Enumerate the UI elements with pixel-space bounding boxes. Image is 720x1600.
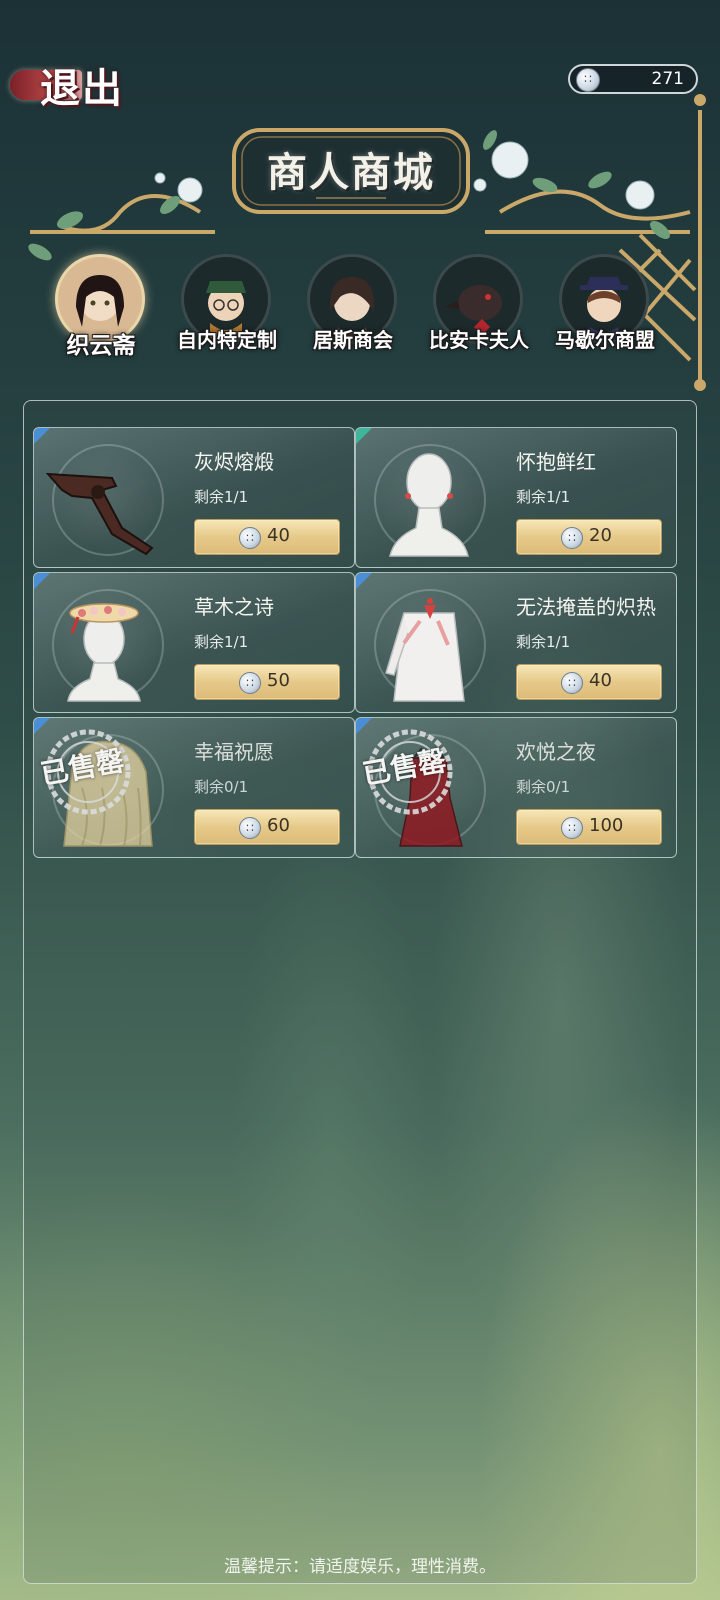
item-remaining: 剩余1/1: [516, 488, 571, 506]
price-value: 40: [589, 670, 612, 691]
button-coin-icon: [239, 672, 261, 694]
shop-item-card[interactable]: 怀抱鲜红 剩余1/1 20: [355, 427, 677, 568]
shop-item-card[interactable]: 灰烬熔煅 剩余1/1 40: [33, 427, 355, 568]
items-panel: 灰烬熔煅 剩余1/1 40 怀抱鲜红 剩余1/1 20: [23, 400, 697, 1584]
item-remaining: 剩余0/1: [194, 778, 249, 796]
item-remaining: 剩余1/1: [194, 488, 249, 506]
tab-label: 自内特定制: [177, 328, 277, 352]
footer-tip: 温馨提示：请适度娱乐，理性消费。: [224, 1557, 496, 1577]
item-remaining: 剩余1/1: [516, 633, 571, 651]
earring-mannequin-icon: [389, 453, 469, 557]
tab-label: 马歇尔商盟: [555, 328, 655, 352]
item-remaining: 剩余1/1: [194, 633, 249, 651]
tab-zhiyunzhai[interactable]: 织云斋: [38, 248, 164, 368]
tab-bianka[interactable]: 比安卡夫人: [416, 248, 542, 368]
item-name: 草木之诗: [194, 595, 274, 619]
flower-hat-icon: [67, 603, 141, 702]
shop-item-card[interactable]: 已售罄 幸福祝愿 剩余0/1 60: [33, 717, 355, 858]
tab-maxieer[interactable]: 马歇尔商盟: [542, 248, 668, 368]
tab-label: 织云斋: [66, 332, 136, 359]
exit-button[interactable]: 退出: [10, 56, 130, 112]
tab-zineite[interactable]: 自内特定制: [164, 248, 290, 368]
button-coin-icon: [561, 672, 583, 694]
tab-label: 居斯商会: [313, 328, 393, 352]
price-value: 40: [267, 525, 290, 546]
currency-display: 271: [568, 64, 698, 94]
revolver-icon: [45, 472, 154, 556]
ribbon-shirt-icon: [385, 598, 465, 702]
shop-item-card[interactable]: 草木之诗 剩余1/1 50: [33, 572, 355, 713]
button-coin-icon: [561, 527, 583, 549]
button-coin-icon: [561, 817, 583, 839]
item-name: 怀抱鲜红: [516, 450, 596, 474]
shop-item-card[interactable]: 已售罄 欢悦之夜 剩余0/1 100: [355, 717, 677, 858]
button-coin-icon: [239, 527, 261, 549]
tab-label: 比安卡夫人: [429, 328, 529, 352]
price-value: 60: [267, 815, 290, 836]
shop-item-card[interactable]: 无法掩盖的炽热 剩余1/1 40: [355, 572, 677, 713]
price-value: 20: [589, 525, 612, 546]
buy-button[interactable]: 20: [516, 519, 662, 555]
buy-button[interactable]: 40: [194, 519, 340, 555]
price-value: 50: [267, 670, 290, 691]
exit-label: 退出: [40, 65, 124, 112]
shop-title-plate: 商人商城: [216, 122, 486, 218]
buy-button[interactable]: 40: [516, 664, 662, 700]
item-name: 无法掩盖的炽热: [516, 595, 656, 619]
tab-jusi[interactable]: 居斯商会: [290, 248, 416, 368]
item-name: 幸福祝愿: [194, 740, 274, 764]
item-name: 欢悦之夜: [516, 740, 596, 764]
buy-button[interactable]: 60: [194, 809, 340, 845]
merchant-tabs: 织云斋 自内特定制 居斯商会 比安卡夫人 马歇尔商盟: [38, 248, 678, 368]
price-value: 100: [589, 815, 624, 836]
item-name: 灰烬熔煅: [194, 450, 274, 474]
currency-value: 271: [651, 69, 684, 89]
page-title: 商人商城: [267, 149, 435, 196]
buy-button[interactable]: 100: [516, 809, 662, 845]
item-remaining: 剩余0/1: [516, 778, 571, 796]
button-coin-icon: [576, 68, 600, 92]
buy-button[interactable]: 50: [194, 664, 340, 700]
button-coin-icon: [239, 817, 261, 839]
